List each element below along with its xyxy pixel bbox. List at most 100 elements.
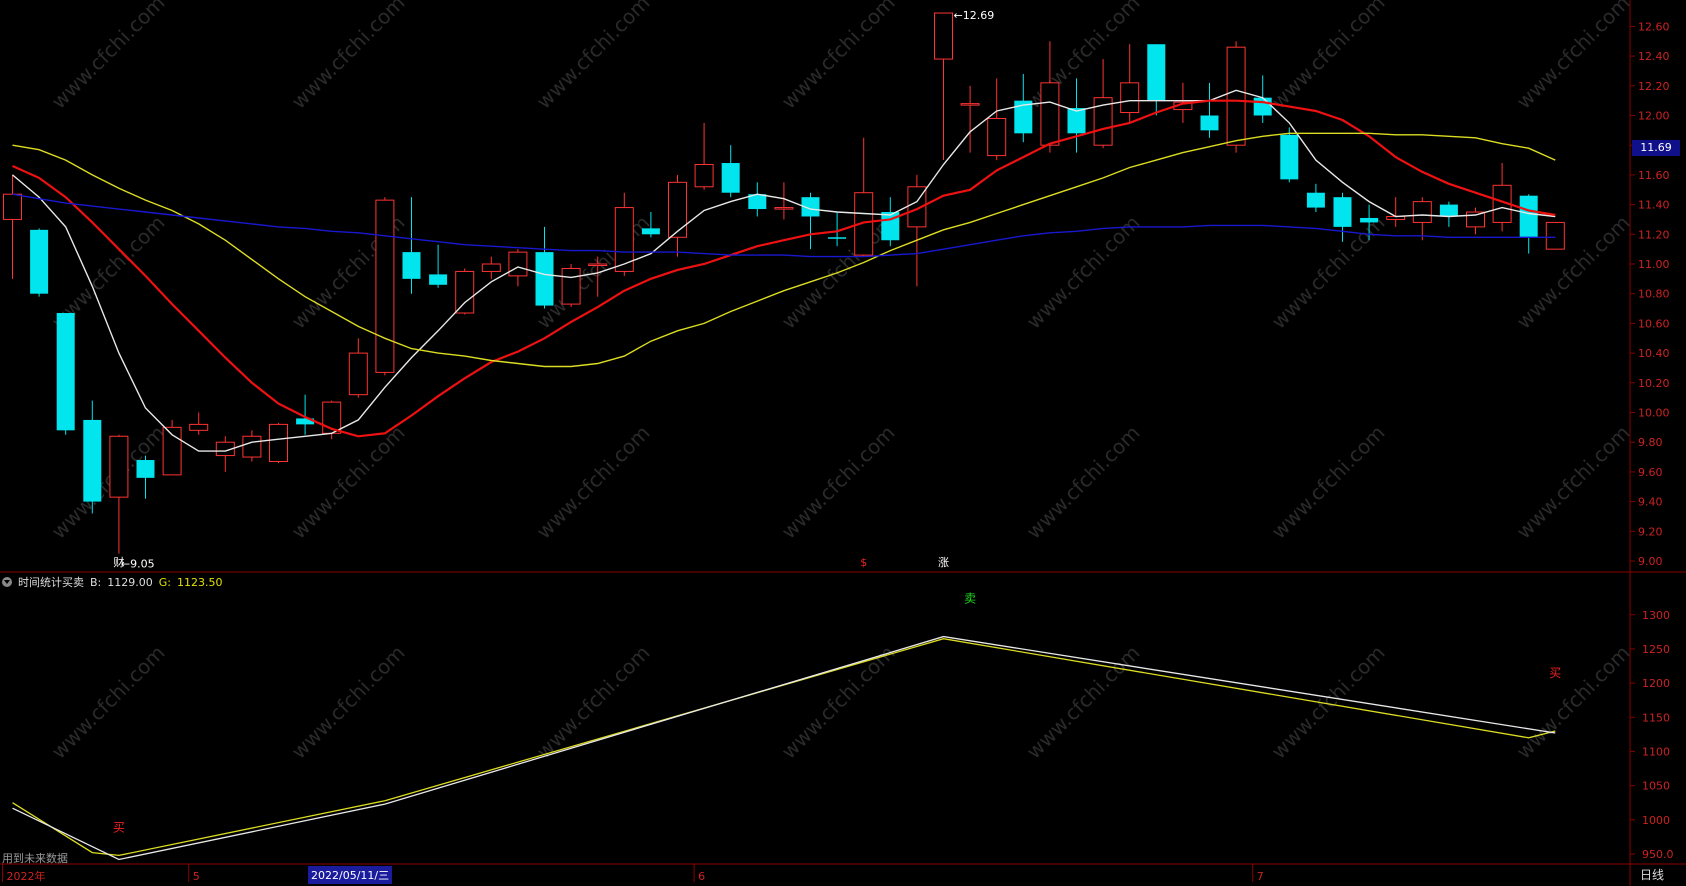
watermark: www.cfchi.com xyxy=(1267,211,1390,334)
price-tick-label: 12.00 xyxy=(1638,110,1670,123)
candle-body-down xyxy=(1200,115,1219,131)
candle-body-down xyxy=(56,313,75,431)
event-marker: 财 xyxy=(113,555,124,569)
candle-body-up xyxy=(109,435,129,498)
price-tick-label: 10.40 xyxy=(1638,347,1670,360)
g-label: G: xyxy=(158,575,171,589)
period-button[interactable]: 日线 xyxy=(1640,866,1664,883)
candle-body-down xyxy=(402,252,421,279)
candle-body-down xyxy=(1519,195,1538,238)
indicator-tick-label: 1250 xyxy=(1642,643,1670,656)
watermark: www.cfchi.com xyxy=(1267,421,1390,544)
price-tick-label: 11.60 xyxy=(1638,169,1670,182)
price-tick-label: 11.20 xyxy=(1638,228,1670,241)
watermark: www.cfchi.com xyxy=(777,0,900,114)
candle-body-up xyxy=(508,251,528,277)
candle-body-up xyxy=(1040,82,1060,146)
candle-body-up xyxy=(1545,221,1565,250)
candle-body-up xyxy=(934,12,953,60)
indicator-tick-label: 1200 xyxy=(1642,677,1670,690)
watermark: www.cfchi.com xyxy=(1267,0,1390,114)
candle-body-down xyxy=(1253,97,1272,116)
candle-body-down xyxy=(429,274,448,285)
watermark: www.cfchi.com xyxy=(1022,421,1145,544)
watermark: www.cfchi.com xyxy=(777,421,900,544)
candle-body-down xyxy=(641,228,660,235)
candle-body-down xyxy=(721,163,740,193)
watermark: www.cfchi.com xyxy=(1512,421,1635,544)
watermark: www.cfchi.com xyxy=(47,0,170,114)
price-tick-label: 12.40 xyxy=(1638,50,1670,63)
candle-body-up xyxy=(694,164,714,188)
price-tick-label: 9.60 xyxy=(1638,466,1663,479)
indicator-tick-label: 1100 xyxy=(1642,745,1670,758)
watermark: www.cfchi.com xyxy=(287,421,410,544)
candle-body-up xyxy=(269,423,288,463)
candle-body-up xyxy=(189,423,209,431)
candle-body-up xyxy=(242,435,262,458)
future-data-note: 用到未来数据 xyxy=(2,852,68,865)
candle-body-down xyxy=(1333,197,1352,227)
watermark: www.cfchi.com xyxy=(532,421,655,544)
candle-body-down xyxy=(1147,44,1166,101)
date-label: 7 xyxy=(1257,870,1264,883)
trade-signal: 买 xyxy=(113,820,125,834)
watermark: www.cfchi.com xyxy=(1512,641,1635,764)
watermark: www.cfchi.com xyxy=(532,641,655,764)
b-label: B: xyxy=(90,575,102,589)
trade-signal: 卖 xyxy=(964,591,976,605)
price-tick-label: 10.60 xyxy=(1638,317,1670,330)
candle-body-up xyxy=(455,270,475,314)
candle-body-up xyxy=(348,352,368,396)
indicator-name: 时间统计买卖 xyxy=(18,576,84,589)
watermark: www.cfchi.com xyxy=(1267,641,1390,764)
candle-body-up xyxy=(375,199,395,373)
g-value: 1123.50 xyxy=(177,575,223,589)
price-tick-label: 10.00 xyxy=(1638,407,1670,420)
indicator-tick-label: 1300 xyxy=(1642,609,1670,622)
candle-body-down xyxy=(83,419,102,502)
date-label: 6 xyxy=(698,870,705,883)
watermark: www.cfchi.com xyxy=(287,641,410,764)
candle-body-down xyxy=(30,229,49,294)
trade-signal: 买 xyxy=(1549,666,1561,680)
price-tick-label: 10.80 xyxy=(1638,288,1670,301)
b-value: 1129.00 xyxy=(107,575,153,589)
candle-body-up xyxy=(1120,82,1140,114)
watermark: www.cfchi.com xyxy=(47,421,170,544)
indicator-tick-label: 1050 xyxy=(1642,780,1670,793)
candle-body-down xyxy=(1306,192,1325,208)
high-price-label: ←12.69 xyxy=(954,9,995,22)
candle-body-up xyxy=(561,267,581,305)
candle-body-down xyxy=(136,460,155,478)
ma-line xyxy=(12,132,1556,368)
candle-body-down xyxy=(1067,108,1086,134)
price-tick-label: 9.20 xyxy=(1638,525,1663,538)
candle-body-up xyxy=(1412,201,1432,223)
event-marker: 涨 xyxy=(938,556,949,569)
highlight-date: 2022/05/11/三 xyxy=(308,866,393,884)
price-tick-label: 12.60 xyxy=(1638,20,1670,33)
price-tick-label: 10.20 xyxy=(1638,377,1670,390)
candle-body-up xyxy=(1466,211,1485,228)
indicator-tick-label: 1150 xyxy=(1642,711,1670,724)
watermark: www.cfchi.com xyxy=(287,0,410,114)
watermark: www.cfchi.com xyxy=(532,0,655,114)
watermark: www.cfchi.com xyxy=(47,641,170,764)
watermark: www.cfchi.com xyxy=(1022,211,1145,334)
price-tick-label: 9.40 xyxy=(1638,496,1663,509)
candle-body-up xyxy=(588,263,608,266)
price-tick-label: 9.00 xyxy=(1638,555,1663,568)
price-tick-label: 12.20 xyxy=(1638,80,1670,93)
current-price-box: 11.69 xyxy=(1632,140,1680,156)
indicator-tick-label: 950.0 xyxy=(1642,848,1674,861)
candle-body-up xyxy=(987,117,1007,157)
candle-body-up xyxy=(668,181,687,238)
price-tick-label: 11.40 xyxy=(1638,199,1670,212)
low-price-label: ←9.05 xyxy=(121,558,155,571)
collapse-icon[interactable] xyxy=(2,577,12,587)
candle-body-down xyxy=(1439,204,1458,217)
indicator-tick-label: 1000 xyxy=(1642,814,1670,827)
candle-body-up xyxy=(960,103,980,106)
candle-body-down xyxy=(828,237,847,239)
